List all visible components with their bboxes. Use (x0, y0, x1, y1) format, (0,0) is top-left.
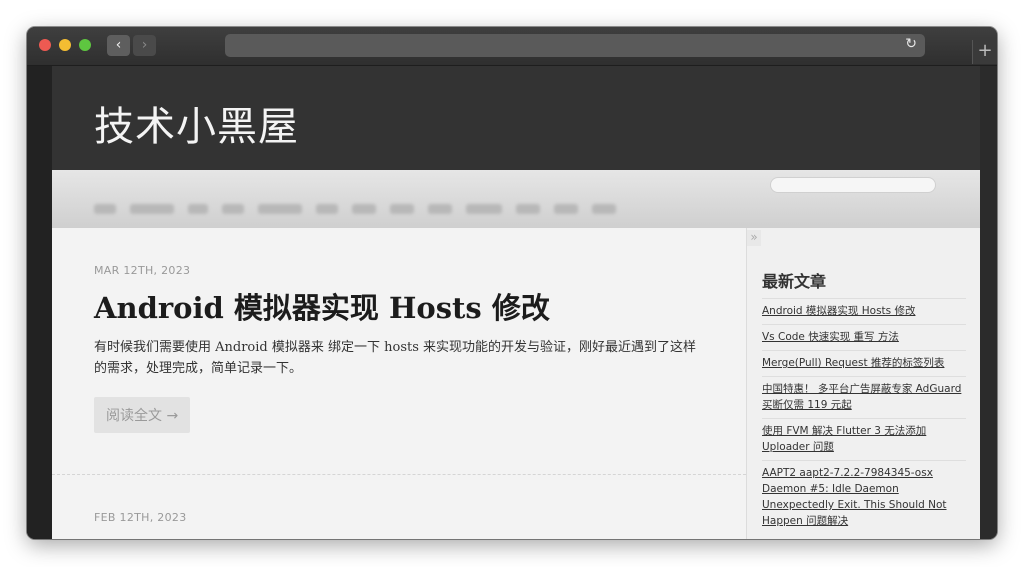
nav-item[interactable] (554, 204, 578, 214)
page-left-gutter (27, 66, 52, 539)
nav-item[interactable] (428, 204, 452, 214)
address-bar[interactable]: ↻ (225, 34, 925, 57)
post-date: MAR 12TH, 2023 (94, 264, 191, 277)
nav-item[interactable] (94, 204, 116, 214)
post-excerpt: 有时候我们需要使用 Android 模拟器来 绑定一下 hosts 来实现功能的… (94, 340, 697, 376)
sidebar-heading: 最新文章 (762, 272, 827, 291)
site-title[interactable]: 技术小黑屋 (94, 94, 299, 152)
recent-post-link[interactable]: Merge(Pull) Request 推荐的标签列表 (762, 357, 944, 369)
post-date: FEB 12TH, 2023 (94, 511, 187, 524)
browser-viewport: 技术小黑屋 MAR 12TH, 2023 Android 模拟器实现 Hosts… (27, 66, 997, 539)
nav-item[interactable] (466, 204, 502, 214)
recent-posts-list: Android 模拟器实现 Hosts 修改 Vs Code 快速实现 重写 方… (762, 298, 966, 534)
list-item: Vs Code 快速实现 重写 方法 (762, 324, 966, 350)
nav-item[interactable] (516, 204, 540, 214)
browser-window: ‹ › ↻ + 技术小黑屋 MAR 12TH, 2023 Android 模拟器… (27, 27, 997, 539)
chevron-left-icon: ‹ (115, 37, 122, 53)
browser-titlebar: ‹ › ↻ + (27, 27, 997, 66)
nav-item[interactable] (188, 204, 208, 214)
search-input[interactable] (770, 177, 936, 193)
sidebar: » 最新文章 Android 模拟器实现 Hosts 修改 Vs Code 快速… (746, 228, 980, 539)
site-header: 技术小黑屋 (52, 66, 980, 170)
forward-button[interactable]: › (133, 35, 156, 56)
list-item: Merge(Pull) Request 推荐的标签列表 (762, 350, 966, 376)
nav-item[interactable] (130, 204, 174, 214)
nav-menu-blurred (94, 204, 630, 214)
close-window-button[interactable] (39, 39, 51, 51)
list-item: 使用 FVM 解决 Flutter 3 无法添加 Uploader 问题 (762, 418, 966, 460)
post-divider (52, 474, 746, 475)
back-button[interactable]: ‹ (107, 35, 130, 56)
main-content: MAR 12TH, 2023 Android 模拟器实现 Hosts 修改 有时… (52, 228, 746, 539)
minimize-window-button[interactable] (59, 39, 71, 51)
post-title[interactable]: Android 模拟器实现 Hosts 修改 (94, 285, 704, 327)
list-item: 中国特惠！ 多平台广告屏蔽专家 AdGuard 买断仅需 119 元起 (762, 376, 966, 418)
nav-item[interactable] (222, 204, 244, 214)
recent-post-link[interactable]: AAPT2 aapt2-7.2.2-7984345-osx Daemon #5:… (762, 467, 947, 527)
zoom-window-button[interactable] (79, 39, 91, 51)
collapse-sidebar-icon[interactable]: » (747, 230, 761, 246)
chevron-right-icon: › (141, 37, 148, 53)
reload-icon[interactable]: ↻ (905, 36, 917, 52)
plus-icon: + (977, 40, 993, 61)
recent-post-link[interactable]: 使用 FVM 解决 Flutter 3 无法添加 Uploader 问题 (762, 425, 926, 453)
recent-post-link[interactable]: Vs Code 快速实现 重写 方法 (762, 331, 899, 343)
page-scrollbar[interactable] (980, 66, 997, 539)
nav-item[interactable] (352, 204, 376, 214)
web-page: 技术小黑屋 MAR 12TH, 2023 Android 模拟器实现 Hosts… (52, 66, 980, 539)
list-item: Android 模拟器实现 Hosts 修改 (762, 298, 966, 324)
nav-item[interactable] (316, 204, 338, 214)
post-entry: MAR 12TH, 2023 Android 模拟器实现 Hosts 修改 有时… (94, 264, 704, 433)
nav-item[interactable] (258, 204, 302, 214)
recent-post-link[interactable]: Android 模拟器实现 Hosts 修改 (762, 305, 916, 317)
site-navigation (52, 170, 980, 229)
read-more-button[interactable]: 阅读全文 → (94, 397, 191, 433)
nav-item[interactable] (390, 204, 414, 214)
new-tab-button[interactable]: + (972, 40, 997, 64)
post-entry: FEB 12TH, 2023 (94, 511, 187, 524)
list-item: AAPT2 aapt2-7.2.2-7984345-osx Daemon #5:… (762, 460, 966, 534)
nav-item[interactable] (592, 204, 616, 214)
recent-post-link[interactable]: 中国特惠！ 多平台广告屏蔽专家 AdGuard 买断仅需 119 元起 (762, 383, 961, 411)
